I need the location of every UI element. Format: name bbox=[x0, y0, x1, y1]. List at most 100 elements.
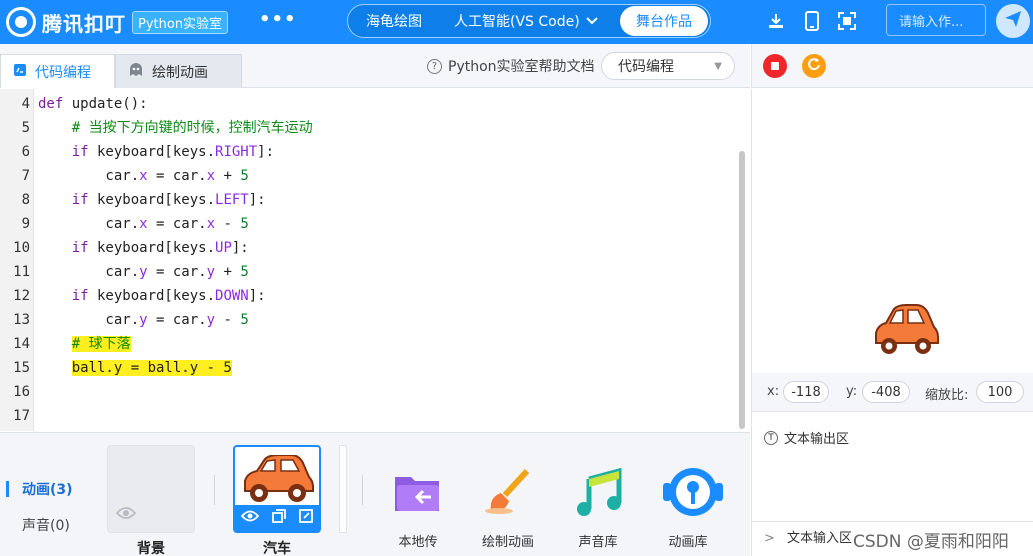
mode-label: 舞台作品 bbox=[636, 14, 692, 30]
code-line[interactable]: 4 def update(): bbox=[0, 92, 740, 116]
code-line[interactable]: 14 # 球下落 bbox=[0, 332, 740, 356]
tab-label: 代码编程 bbox=[35, 64, 91, 81]
code-line[interactable]: 9 car.x = car.x - 5 bbox=[0, 212, 740, 236]
code-token: - bbox=[215, 216, 241, 232]
eye-icon[interactable] bbox=[115, 505, 137, 524]
mode-stage-works[interactable]: 舞台作品 bbox=[620, 6, 708, 36]
code-token: # 球下落 bbox=[71, 336, 131, 352]
y-input[interactable]: -408 bbox=[862, 381, 910, 403]
code-line[interactable]: 5 # 当按下方向键的时候，控制汽车运动 bbox=[0, 116, 740, 140]
line-number: 4 bbox=[21, 96, 30, 112]
search-input[interactable]: 请输入作... bbox=[886, 4, 986, 36]
code-line[interactable]: 13 car.y = car.y - 5 bbox=[0, 308, 740, 332]
code-token: if bbox=[38, 288, 89, 304]
restart-button[interactable] bbox=[802, 54, 826, 78]
code-text: if keyboard[keys.DOWN]: bbox=[38, 284, 266, 308]
app-logo[interactable]: 腾讯扣叮 Python实验室 bbox=[6, 7, 229, 37]
draw-animation-button[interactable]: 绘制动画 bbox=[468, 467, 548, 550]
x-input[interactable]: -118 bbox=[783, 381, 829, 403]
editor-mode-select[interactable]: 代码编程 ▼ bbox=[601, 52, 735, 80]
code-token: UP bbox=[215, 240, 232, 256]
code-line[interactable]: 12 if keyboard[keys.DOWN]: bbox=[0, 284, 740, 308]
download-icon[interactable] bbox=[765, 10, 787, 32]
line-number: 7 bbox=[21, 168, 30, 184]
code-token: x bbox=[206, 216, 216, 232]
stage-canvas[interactable] bbox=[751, 89, 1033, 373]
code-text: car.x = car.x + 5 bbox=[38, 164, 248, 188]
input-title-label: 文本输入区 bbox=[787, 531, 853, 546]
lib-label: 声音库 bbox=[578, 535, 618, 550]
line-number: 11 bbox=[13, 264, 30, 280]
mode-turtle-graphics[interactable]: 海龟绘图 bbox=[348, 6, 440, 36]
logo-icon bbox=[6, 7, 36, 37]
code-line[interactable]: 8 if keyboard[keys.LEFT]: bbox=[0, 188, 740, 212]
code-line[interactable]: 10 if keyboard[keys.UP]: bbox=[0, 236, 740, 260]
line-number: 12 bbox=[13, 288, 30, 304]
code-token: ]: bbox=[257, 144, 275, 160]
code-token: update(): bbox=[63, 96, 148, 112]
tab-sounds[interactable]: 声音(0) bbox=[22, 515, 70, 535]
tab-label: 声音(0) bbox=[22, 518, 70, 534]
x-value: -118 bbox=[791, 384, 821, 400]
upload-local-button[interactable]: 本地传 bbox=[378, 467, 458, 550]
code-token: car. bbox=[38, 216, 140, 232]
code-token: # 当按下方向键的时候，控制汽车运动 bbox=[38, 120, 313, 136]
tab-code-programming[interactable]: 代码编程 bbox=[0, 54, 115, 88]
code-editor[interactable]: 4 def update(): 5 # 当按下方向键的时候，控制汽车运动 6 if k… bbox=[0, 89, 750, 431]
help-link-label: Python实验室帮助文档 bbox=[448, 59, 595, 75]
tab-animations[interactable]: 动画(3) bbox=[6, 479, 73, 499]
duplicate-icon[interactable] bbox=[272, 509, 286, 527]
code-token: ]: bbox=[248, 192, 266, 208]
code-line[interactable]: 16 bbox=[0, 380, 740, 404]
animation-library-button[interactable]: 动画库 bbox=[648, 467, 728, 550]
editor-tabs-row: 代码编程 绘制动画 ? Python实验室帮助文档 代码编程 ▼ bbox=[0, 44, 750, 88]
code-token: x bbox=[139, 216, 148, 232]
scale-input[interactable]: 100 bbox=[976, 381, 1024, 403]
publish-button[interactable] bbox=[996, 4, 1030, 38]
code-token: = car. bbox=[147, 168, 207, 184]
robot-character-icon bbox=[663, 467, 723, 517]
folder-upload-icon bbox=[393, 467, 443, 517]
code-token: x bbox=[139, 168, 148, 184]
code-line[interactable]: 7 car.x = car.x + 5 bbox=[0, 164, 740, 188]
code-token: LEFT bbox=[215, 192, 249, 208]
code-token: 5 bbox=[240, 312, 249, 328]
code-token: car. bbox=[38, 168, 140, 184]
paint-brush-icon bbox=[483, 467, 533, 517]
code-line[interactable]: 11 car.y = car.y + 5 bbox=[0, 260, 740, 284]
lib-label: 本地传 bbox=[398, 535, 438, 550]
mode-ai-vscode[interactable]: 人工智能(VS Code) bbox=[440, 6, 620, 36]
line-number: 5 bbox=[21, 120, 30, 136]
code-token: if bbox=[38, 144, 89, 160]
code-token: RIGHT bbox=[215, 144, 258, 160]
sprite-card-car[interactable] bbox=[233, 445, 321, 533]
fullscreen-scan-icon[interactable] bbox=[836, 10, 858, 32]
top-bar: 腾讯扣叮 Python实验室 ••• 海龟绘图 人工智能(VS Code) 舞台… bbox=[0, 0, 1033, 44]
stop-button[interactable] bbox=[763, 54, 787, 78]
code-token: ]: bbox=[248, 288, 266, 304]
code-token: keyboard[keys. bbox=[88, 288, 216, 304]
output-title-label: 文本输出区 bbox=[784, 432, 850, 447]
car-sprite-icon[interactable] bbox=[872, 303, 940, 361]
edit-icon[interactable] bbox=[298, 509, 313, 527]
line-number: 14 bbox=[13, 336, 30, 352]
mode-label: 人工智能(VS Code) bbox=[454, 14, 580, 30]
editor-scrollbar[interactable] bbox=[739, 151, 745, 429]
more-menu-button[interactable]: ••• bbox=[259, 9, 297, 30]
question-icon: ? bbox=[427, 58, 442, 74]
sprite-card-background[interactable] bbox=[107, 445, 195, 533]
sprite-card-partial[interactable] bbox=[339, 445, 347, 533]
sound-library-button[interactable]: 声音库 bbox=[558, 467, 638, 550]
code-line[interactable]: 6 if keyboard[keys.RIGHT]: bbox=[0, 140, 740, 164]
mobile-icon[interactable] bbox=[801, 10, 823, 32]
line-number: 15 bbox=[13, 360, 30, 376]
help-docs-link[interactable]: ? Python实验室帮助文档 bbox=[427, 56, 595, 76]
code-line[interactable]: 15 ball.y = ball.y - 5 bbox=[0, 356, 740, 380]
tab-draw-animation[interactable]: 绘制动画 bbox=[115, 54, 242, 88]
select-value: 代码编程 bbox=[618, 59, 674, 75]
text-icon: T bbox=[764, 430, 778, 445]
mode-label: 海龟绘图 bbox=[366, 14, 422, 30]
code-line[interactable]: 17 bbox=[0, 404, 740, 428]
eye-icon[interactable] bbox=[241, 510, 260, 526]
